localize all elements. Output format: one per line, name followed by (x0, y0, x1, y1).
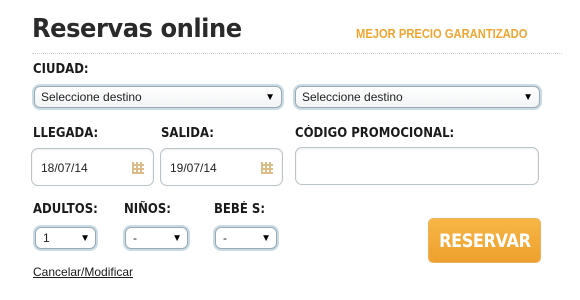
promo-code-label: CÓDIGO PROMOCIONAL: (295, 126, 455, 141)
adults-select-value: 1 (43, 231, 50, 245)
origin-select[interactable]: Seleccione destino ▼ (34, 86, 282, 108)
cancel-modify-link[interactable]: Cancelar/Modificar (33, 265, 133, 279)
babies-select-value: - (223, 231, 227, 245)
dropdown-arrow-icon: ▼ (261, 232, 271, 244)
children-select-value: - (133, 231, 137, 245)
babies-select[interactable]: - ▼ (215, 227, 277, 249)
calendar-icon[interactable] (261, 162, 273, 174)
destination-select[interactable]: Seleccione destino ▼ (295, 86, 540, 108)
departure-date-value: 19/07/14 (170, 161, 217, 175)
adults-select[interactable]: 1 ▼ (35, 227, 96, 249)
llegada-label: LLEGADA: (33, 126, 99, 141)
salida-label: SALIDA: (161, 126, 214, 141)
header-divider (32, 53, 562, 54)
price-guarantee-tagline: MEJOR PRECIO GARANTIZADO (356, 26, 528, 41)
calendar-icon[interactable] (132, 162, 144, 174)
arrival-date-value: 18/07/14 (41, 161, 88, 175)
reservar-button-label: RESERVAR (438, 229, 531, 252)
reservar-button[interactable]: RESERVAR (429, 219, 540, 262)
promo-code-input[interactable] (295, 147, 539, 185)
dropdown-arrow-icon: ▼ (80, 232, 90, 244)
dropdown-arrow-icon: ▼ (523, 91, 533, 103)
arrival-date-field[interactable]: 18/07/14 (31, 148, 154, 186)
dropdown-arrow-icon: ▼ (172, 232, 182, 244)
departure-date-field[interactable]: 19/07/14 (160, 148, 283, 186)
bebes-label: BEBÉ S: (214, 202, 266, 217)
ninos-label: NIÑOS: (124, 202, 171, 217)
destination-select-value: Seleccione destino (302, 90, 403, 104)
adultos-label: ADULTOS: (33, 202, 98, 217)
origin-select-value: Seleccione destino (41, 90, 142, 104)
ciudad-label: CIUDAD: (33, 62, 89, 77)
children-select[interactable]: - ▼ (125, 227, 188, 249)
dropdown-arrow-icon: ▼ (265, 91, 275, 103)
page-title: Reservas online (32, 14, 242, 44)
